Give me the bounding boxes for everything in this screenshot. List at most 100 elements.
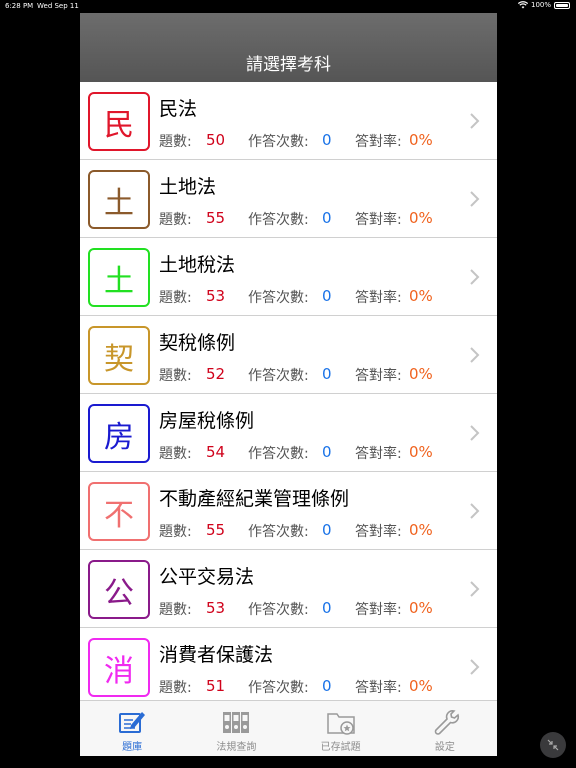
app-window: 請選擇考科 民 民法 題數: 50 作答次數: 0 答對率: 0% 土 土地法 … <box>80 13 497 756</box>
subject-badge-char: 消 <box>104 653 134 689</box>
chevron-right-icon <box>470 425 480 441</box>
tab-label: 已存試題 <box>320 742 361 753</box>
navigation-bar: 請選擇考科 <box>80 13 497 82</box>
chevron-right-icon <box>470 113 480 129</box>
attempts-value: 0 <box>322 365 332 383</box>
question-count-label: 題數: <box>159 680 192 696</box>
attempts-label: 作答次數: <box>248 368 309 384</box>
tab-label: 題庫 <box>122 742 143 753</box>
subject-name: 契稅條例 <box>159 332 236 354</box>
subject-list[interactable]: 民 民法 題數: 50 作答次數: 0 答對率: 0% 土 土地法 題數: 55… <box>80 82 497 700</box>
wrench-icon <box>434 710 459 735</box>
correct-rate-value: 0% <box>409 677 433 695</box>
subject-badge-char: 土 <box>104 263 134 299</box>
attempts-value: 0 <box>322 209 332 227</box>
subject-row[interactable]: 民 民法 題數: 50 作答次數: 0 答對率: 0% <box>80 82 497 160</box>
subject-row[interactable]: 不 不動產經紀業管理條例 題數: 55 作答次數: 0 答對率: 0% <box>80 472 497 550</box>
battery-icon <box>554 1 570 9</box>
chevron-right-icon <box>470 503 480 519</box>
attempts-value: 0 <box>322 599 332 617</box>
subject-row[interactable]: 土 土地稅法 題數: 53 作答次數: 0 答對率: 0% <box>80 238 497 316</box>
chevron-right-icon <box>470 581 480 597</box>
attempts-label: 作答次數: <box>248 680 309 696</box>
correct-rate-value: 0% <box>409 287 433 305</box>
tab-question-bank[interactable]: 題庫 <box>80 701 184 756</box>
subject-name: 不動產經紀業管理條例 <box>159 488 350 510</box>
question-count-value: 54 <box>206 443 226 461</box>
subject-row[interactable]: 公 公平交易法 題數: 53 作答次數: 0 答對率: 0% <box>80 550 497 628</box>
subject-row[interactable]: 消 消費者保護法 題數: 51 作答次數: 0 答對率: 0% <box>80 628 497 700</box>
question-count-value: 55 <box>206 209 226 227</box>
attempts-label: 作答次數: <box>248 602 309 618</box>
question-count-label: 題數: <box>159 602 192 618</box>
subject-badge-icon: 不 <box>88 482 150 541</box>
question-count-label: 題數: <box>159 212 192 228</box>
tab-bar: 題庫 法規查詢 已存試題 設定 <box>80 700 497 756</box>
binders-icon <box>223 712 250 733</box>
correct-rate-label: 答對率: <box>355 446 402 462</box>
attempts-value: 0 <box>322 677 332 695</box>
question-count-label: 題數: <box>159 524 192 540</box>
chevron-right-icon <box>470 191 480 207</box>
question-count-value: 53 <box>206 599 226 617</box>
subject-name: 消費者保護法 <box>159 644 274 666</box>
subject-badge-char: 不 <box>104 497 134 533</box>
chevron-right-icon <box>470 659 480 675</box>
question-count-value: 53 <box>206 287 226 305</box>
edit-icon <box>119 712 146 733</box>
attempts-value: 0 <box>322 131 332 149</box>
subject-row[interactable]: 契 契稅條例 題數: 52 作答次數: 0 答對率: 0% <box>80 316 497 394</box>
subject-badge-char: 民 <box>104 107 134 143</box>
subject-badge-icon: 土 <box>88 170 150 229</box>
subject-row[interactable]: 房 房屋稅條例 題數: 54 作答次數: 0 答對率: 0% <box>80 394 497 472</box>
correct-rate-label: 答對率: <box>355 368 402 384</box>
tab-label: 設定 <box>434 742 455 753</box>
correct-rate-label: 答對率: <box>355 290 402 306</box>
subject-badge-char: 契 <box>104 341 134 377</box>
question-count-value: 52 <box>206 365 226 383</box>
subject-badge-char: 土 <box>104 185 134 221</box>
attempts-label: 作答次數: <box>248 524 309 540</box>
battery-percent: 100% <box>530 1 551 9</box>
question-count-value: 55 <box>206 521 226 539</box>
subject-badge-icon: 公 <box>88 560 150 619</box>
correct-rate-value: 0% <box>409 443 433 461</box>
attempts-label: 作答次數: <box>248 446 309 462</box>
correct-rate-value: 0% <box>409 521 433 539</box>
subject-name: 民法 <box>159 98 198 120</box>
status-bar: 6:28 PM Wed Sep 11 100% <box>0 0 576 12</box>
question-count-label: 題數: <box>159 134 192 150</box>
tab-saved-questions[interactable]: 已存試題 <box>289 701 393 756</box>
tab-settings[interactable]: 設定 <box>393 701 497 756</box>
saved-folder-icon <box>326 713 355 735</box>
correct-rate-value: 0% <box>409 131 433 149</box>
correct-rate-label: 答對率: <box>355 524 402 540</box>
status-right: 100% <box>517 1 570 9</box>
subject-badge-icon: 民 <box>88 92 150 151</box>
wifi-icon <box>517 1 528 9</box>
subject-name: 公平交易法 <box>159 566 255 588</box>
question-count-value: 51 <box>206 677 226 695</box>
tab-law-lookup[interactable]: 法規查詢 <box>184 701 288 756</box>
question-count-value: 50 <box>206 131 226 149</box>
correct-rate-value: 0% <box>409 599 433 617</box>
attempts-value: 0 <box>322 443 332 461</box>
question-count-label: 題數: <box>159 446 192 462</box>
subject-badge-char: 公 <box>104 575 134 611</box>
subject-row[interactable]: 土 土地法 題數: 55 作答次數: 0 答對率: 0% <box>80 160 497 238</box>
attempts-label: 作答次數: <box>248 134 309 150</box>
correct-rate-label: 答對率: <box>355 212 402 228</box>
question-count-label: 題數: <box>159 290 192 306</box>
correct-rate-label: 答對率: <box>355 602 402 618</box>
collapse-arrows-icon <box>547 739 559 751</box>
subject-name: 土地稅法 <box>159 254 236 276</box>
subject-badge-char: 房 <box>104 419 134 455</box>
subject-badge-icon: 土 <box>88 248 150 307</box>
correct-rate-label: 答對率: <box>355 134 402 150</box>
collapse-window-button[interactable] <box>540 732 566 758</box>
attempts-value: 0 <box>322 521 332 539</box>
subject-badge-icon: 契 <box>88 326 150 385</box>
subject-name: 房屋稅條例 <box>159 410 255 432</box>
tab-label: 法規查詢 <box>216 742 257 753</box>
correct-rate-label: 答對率: <box>355 680 402 696</box>
